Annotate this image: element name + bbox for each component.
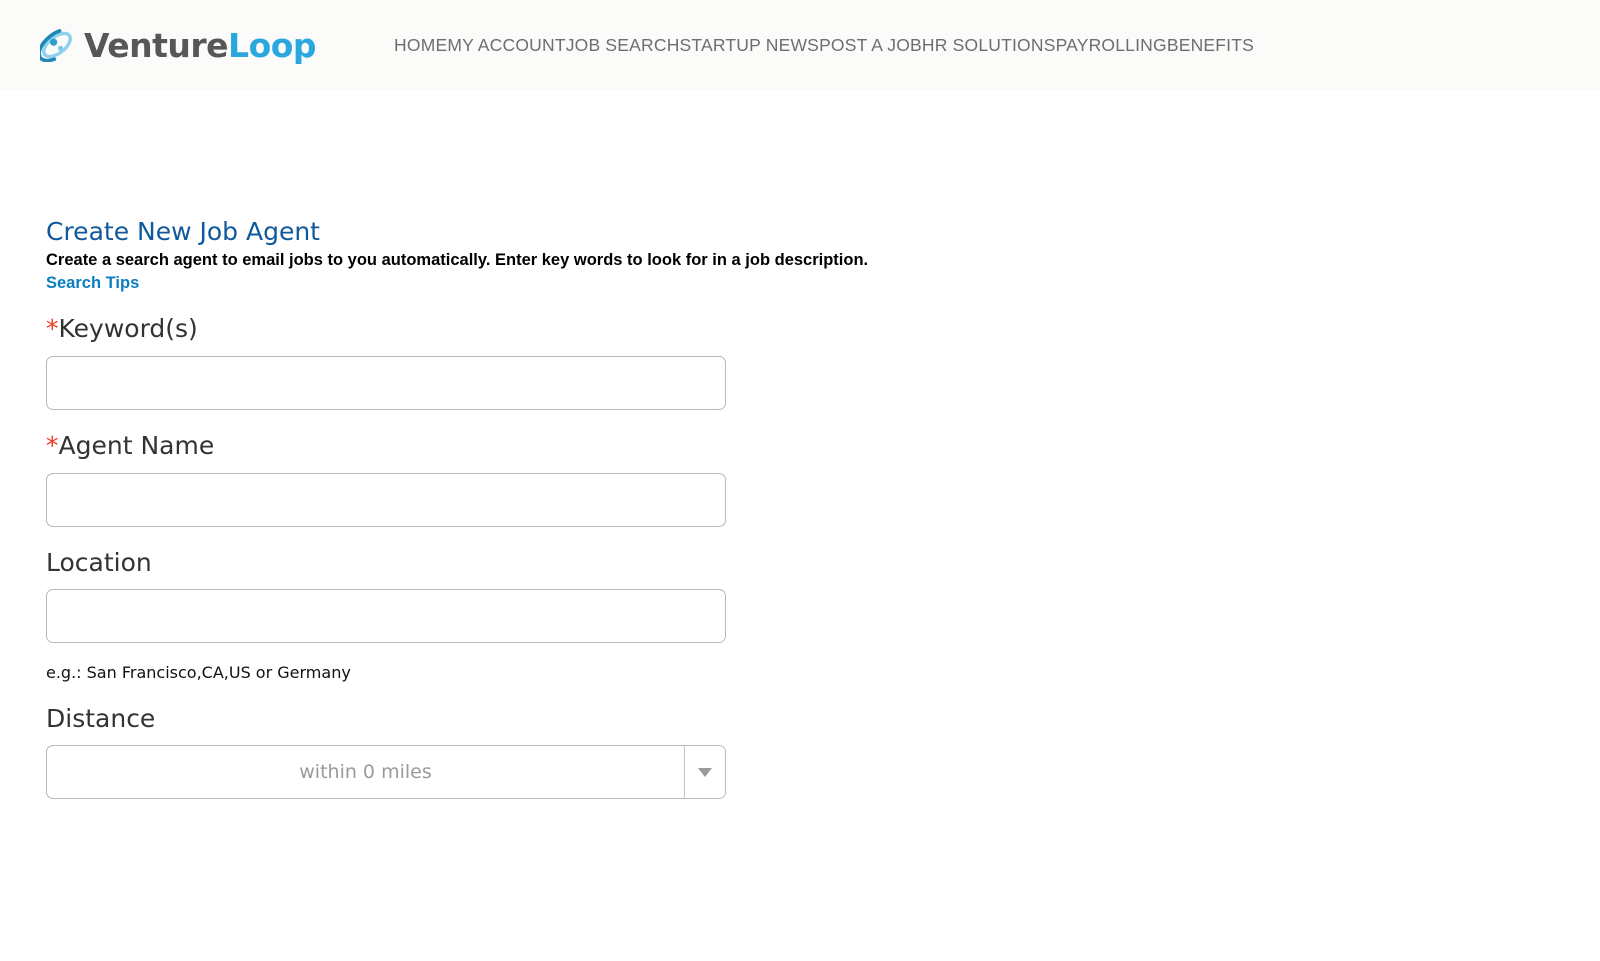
label-location: Location (46, 547, 152, 577)
nav-item-my-account[interactable]: MY ACCOUNT (447, 35, 565, 56)
nav-item-payrolling[interactable]: PAYROLLING (1056, 35, 1167, 56)
main-navigation: HOME MY ACCOUNT JOB SEARCH STARTUP NEWS … (394, 35, 1600, 56)
required-asterisk-agent-name: * (46, 430, 59, 460)
distance-select[interactable]: within 0 miles (46, 745, 726, 800)
location-hint: e.g.: San Francisco,CA,US or Germany (46, 663, 351, 683)
required-asterisk-keywords: * (46, 314, 59, 344)
nav-item-benefits[interactable]: BENEFITS (1167, 35, 1254, 56)
site-header: VentureLoop HOME MY ACCOUNT JOB SEARCH S… (0, 0, 1600, 90)
field-group-keywords: *Keyword(s) (46, 314, 1600, 410)
orbit-atom-icon (40, 29, 72, 62)
location-input[interactable] (46, 589, 726, 644)
distance-select-value: within 0 miles (299, 761, 432, 784)
nav-item-post-a-job[interactable]: POST A JOB (819, 35, 922, 56)
keywords-input[interactable] (46, 355, 726, 410)
brand-word-venture: Venture (84, 25, 229, 65)
nav-item-startup-news[interactable]: STARTUP NEWS (680, 35, 820, 56)
distance-select-toggle[interactable] (684, 746, 725, 799)
label-agent-name: *Agent Name (46, 430, 1600, 461)
nav-item-hr-solutions[interactable]: HR SOLUTIONS (922, 35, 1056, 56)
brand-logo[interactable]: VentureLoop (40, 25, 317, 65)
label-keywords: *Keyword(s) (46, 314, 1600, 344)
nav-item-home[interactable]: HOME (394, 35, 447, 56)
brand-word-loop: Loop (228, 25, 317, 65)
page-description: Create a search agent to email jobs to y… (46, 250, 869, 269)
brand-wordmark: VentureLoop (84, 25, 317, 65)
label-distance: Distance (46, 703, 156, 733)
label-text-agent-name: Agent Name (58, 430, 215, 460)
field-group-distance: Distance within 0 miles (46, 703, 1600, 800)
agent-name-input[interactable] (46, 472, 726, 527)
nav-item-job-search[interactable]: JOB SEARCH (566, 35, 680, 56)
search-tips-link[interactable]: Search Tips (46, 274, 139, 293)
main-content: Create New Job Agent Create a search age… (0, 90, 1600, 800)
page-title: Create New Job Agent (46, 217, 320, 246)
label-text-keywords: Keyword(s) (58, 314, 198, 344)
field-group-location: Location e.g.: San Francisco,CA,US or Ge… (46, 547, 1600, 683)
chevron-down-icon (698, 767, 712, 777)
field-group-agent-name: *Agent Name (46, 430, 1600, 527)
